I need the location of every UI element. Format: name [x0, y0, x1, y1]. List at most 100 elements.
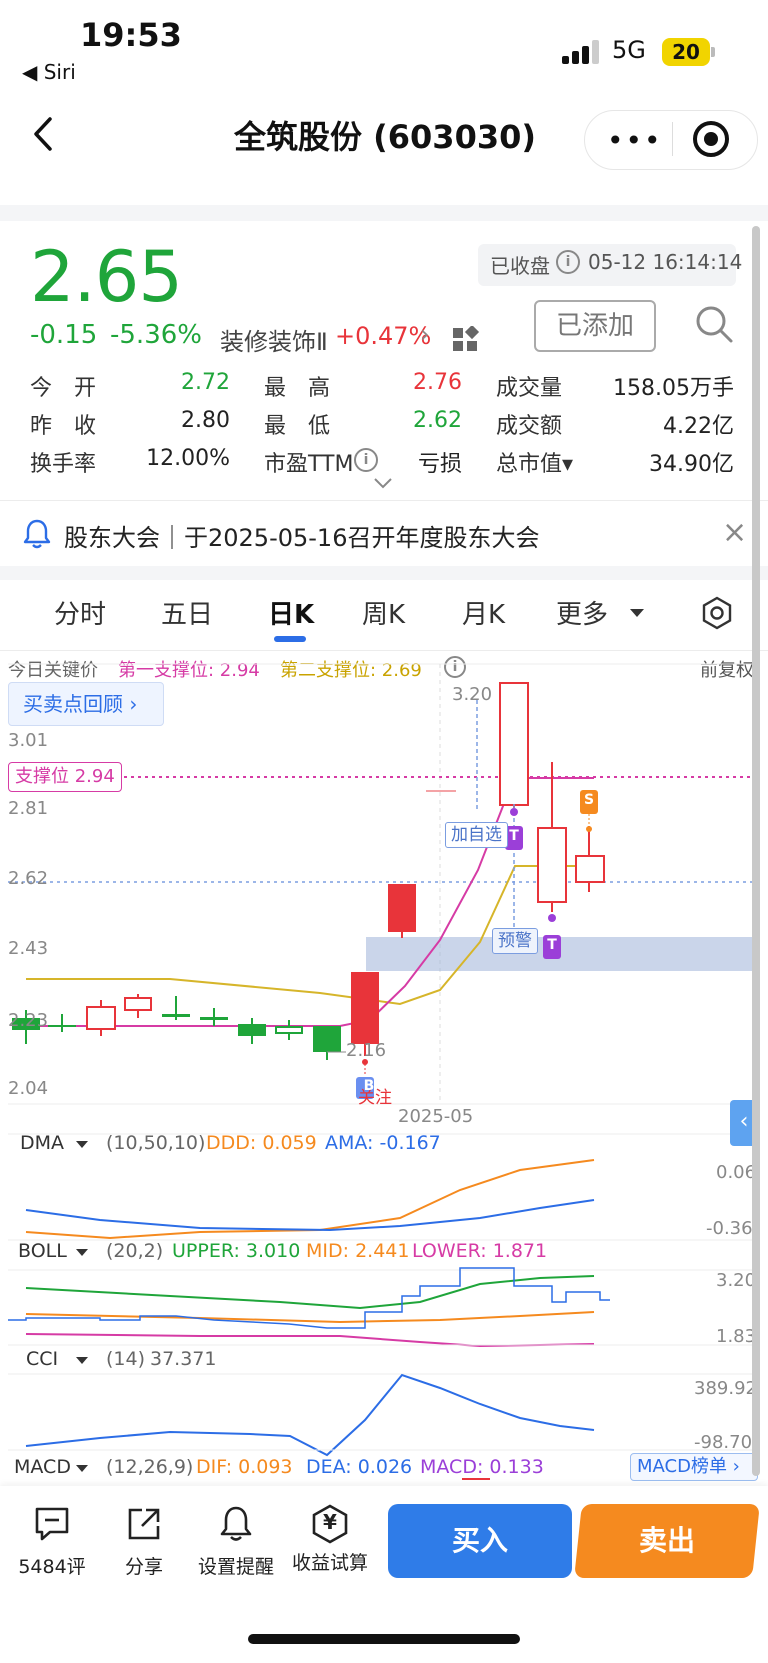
market-timestamp: 05-12 16:14:14	[588, 250, 743, 274]
boll-indicator[interactable]: BOLL	[18, 1240, 67, 1262]
boll-lower	[25, 1333, 595, 1348]
ma5-line	[26, 777, 594, 1027]
section-divider	[0, 566, 768, 580]
buy-button[interactable]: 买入	[388, 1504, 572, 1578]
support-tag: 支撑位 2.94	[8, 762, 122, 792]
sector-grid-icon[interactable]	[452, 326, 480, 352]
macd-dif: DIF: 0.093	[196, 1456, 293, 1478]
stat-value: 2.62	[413, 408, 462, 433]
stat-label: 成交量	[496, 376, 563, 401]
dma-ddd: DDD: 0.059	[206, 1132, 317, 1154]
high-price-label: 3.20	[452, 684, 493, 705]
bell-icon	[23, 519, 51, 549]
y-axis-label: 3.01	[8, 730, 49, 751]
yen-hexagon-icon: ¥	[310, 1504, 350, 1544]
notice-text[interactable]: 股东大会｜于2025-05-16召开年度股东大会	[64, 518, 539, 553]
sell-button[interactable]: 卖出	[574, 1504, 760, 1578]
chevron-right-icon[interactable]: ›	[420, 320, 430, 348]
dma-ama: AMA: -0.167	[325, 1132, 441, 1154]
cci-params: (14)	[106, 1348, 146, 1370]
stat-label[interactable]: 总市值▾	[496, 446, 573, 478]
tab-daily-k[interactable]: 日K	[268, 594, 314, 631]
search-icon[interactable]	[694, 304, 734, 344]
add-watch-tag[interactable]: 加自选	[445, 822, 508, 848]
stat-label: 昨 收	[30, 414, 97, 439]
stat-value: 158.05万手	[613, 376, 734, 401]
macd-board-button[interactable]: MACD榜单 ›	[630, 1453, 758, 1481]
divider	[0, 500, 768, 501]
info-icon[interactable]: i	[354, 448, 378, 472]
stat-value: 2.76	[413, 370, 462, 395]
boll-lower-value: LOWER: 1.871	[412, 1240, 548, 1262]
tab-monthly-k[interactable]: 月K	[462, 594, 505, 631]
close-program-icon[interactable]	[693, 121, 729, 157]
battery-cap	[711, 47, 715, 57]
sector-name[interactable]: 装修装饰Ⅱ	[220, 322, 328, 357]
tab-five-day[interactable]: 五日	[161, 594, 213, 631]
boll-mid-value: MID: 2.441	[306, 1240, 410, 1262]
info-icon[interactable]: i	[556, 250, 580, 274]
boll-upper	[25, 1275, 595, 1310]
chevron-down-icon[interactable]	[76, 1465, 88, 1472]
cci-indicator[interactable]: CCI	[26, 1348, 58, 1370]
stat-label: 换手率	[30, 452, 97, 477]
macd-indicator[interactable]: MACD	[14, 1456, 71, 1478]
y-axis-label: 2.62	[8, 868, 49, 889]
back-arrow-icon[interactable]	[30, 116, 58, 152]
yen-glyph: ¥	[323, 1510, 337, 1534]
tab-weekly-k[interactable]: 周K	[362, 594, 405, 631]
buy-marker-label[interactable]: B	[360, 1078, 378, 1094]
t-marker-label[interactable]: T	[543, 937, 561, 953]
capsule-divider	[672, 122, 673, 156]
alert-tag[interactable]: 预警	[492, 928, 538, 954]
boll-axis-top: 3.20	[716, 1270, 757, 1291]
sector-change[interactable]: +0.47%	[335, 322, 431, 350]
dma-params: (10,50,10)	[106, 1132, 206, 1154]
macd-params: (12,26,9)	[106, 1456, 194, 1478]
scrollbar[interactable]	[752, 226, 760, 1476]
cci-value: 37.371	[150, 1348, 217, 1370]
share-label: 分享	[124, 1556, 163, 1578]
stat-value: 12.00%	[146, 446, 230, 471]
buy-sell-review-button[interactable]: 买卖点回顾 ›	[8, 682, 164, 726]
boll-upper-value: UPPER: 3.010	[172, 1240, 301, 1262]
home-indicator[interactable]	[248, 1634, 520, 1644]
set-alert-button[interactable]: 设置提醒	[196, 1504, 276, 1579]
macd-value: MACD: 0.133	[420, 1456, 544, 1478]
macd-dea: DEA: 0.026	[306, 1456, 413, 1478]
stat-label: 今 开	[30, 376, 97, 401]
y-axis-label: 2.43	[8, 938, 49, 959]
dma-indicator[interactable]: DMA	[20, 1132, 64, 1154]
expand-chevron-icon[interactable]	[373, 476, 393, 490]
section-divider	[0, 205, 768, 221]
back-to-siri[interactable]: ◀ Siri	[22, 60, 76, 84]
stat-label: 市盈TTM	[264, 452, 354, 477]
share-button[interactable]: 分享	[104, 1504, 184, 1579]
stat-value: 34.90亿	[649, 452, 734, 477]
alert-label: 设置提醒	[197, 1556, 274, 1578]
stat-label: 最 高	[264, 376, 331, 401]
comments-label: 5484评	[18, 1556, 86, 1578]
comments-button[interactable]: 5484评	[12, 1504, 92, 1579]
profit-calc-button[interactable]: ¥ 收益试算	[290, 1504, 370, 1575]
chevron-down-icon[interactable]	[76, 1249, 88, 1256]
chevron-down-icon[interactable]	[630, 609, 644, 617]
tab-intraday[interactable]: 分时	[54, 594, 106, 631]
boll-axis-bottom: 1.83	[716, 1326, 757, 1347]
t-marker-label[interactable]: T	[505, 828, 523, 844]
date-label: 2025-05	[398, 1106, 474, 1127]
chevron-down-icon[interactable]	[76, 1357, 88, 1364]
status-time: 19:53	[80, 16, 182, 54]
network-type: 5G	[612, 36, 646, 64]
added-watchlist-button[interactable]: 已添加	[534, 300, 656, 352]
boll-price-steps	[8, 1267, 610, 1329]
stat-label: 最 低	[264, 414, 331, 439]
close-icon[interactable]: ×	[722, 518, 747, 548]
s-marker-label[interactable]: S	[580, 792, 598, 808]
settings-icon[interactable]	[700, 596, 734, 630]
chevron-down-icon[interactable]	[76, 1141, 88, 1148]
more-dots-icon[interactable]: •••	[607, 124, 663, 157]
cci-line	[25, 1373, 595, 1457]
tab-more[interactable]: 更多	[556, 594, 608, 631]
battery-icon: 20	[662, 38, 710, 66]
